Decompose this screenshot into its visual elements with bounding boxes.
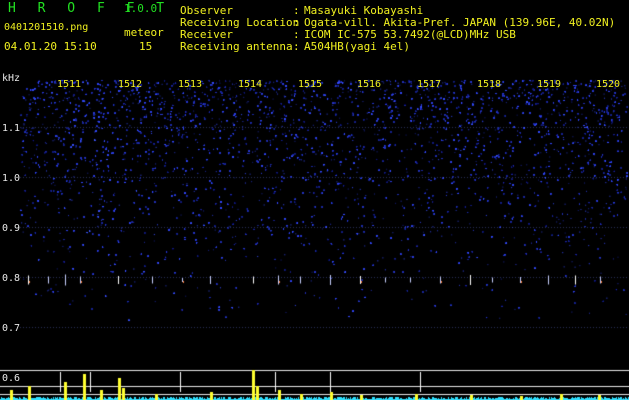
spectrogram-canvas [0, 72, 629, 400]
meteor-label: meteor [124, 26, 164, 39]
info-label-receiver: Receiver [180, 28, 233, 41]
info-value-observer: Masayuki Kobayashi [304, 4, 424, 17]
info-sep-antenna: : [293, 40, 300, 53]
freq-tick-label: 0.6 [2, 373, 21, 384]
info-sep-receiver: : [293, 28, 300, 41]
info-label-observer: Observer [180, 4, 233, 17]
time-tick-label: 1511 [57, 79, 82, 90]
time-tick-label: 1519 [537, 79, 562, 90]
app-version: 1.0.0 [124, 2, 158, 15]
time-tick-label: 1520 [596, 79, 621, 90]
file-name: 0401201510.png [4, 22, 89, 33]
time-tick-label: 1518 [477, 79, 502, 90]
freq-tick-label: 0.7 [2, 323, 21, 334]
freq-tick-label: 1.0 [2, 173, 21, 184]
info-sep-location: : [293, 16, 300, 29]
time-tick-label: 1515 [298, 79, 323, 90]
freq-tick-label: 0.9 [2, 223, 21, 234]
time-tick-label: 1514 [238, 79, 263, 90]
info-value-receiver: ICOM IC-575 53.7492(@LCD)MHz USB [304, 28, 516, 41]
freq-tick-label: 1.1 [2, 123, 21, 134]
info-value-antenna: A504HB(yagi 4el) [304, 40, 410, 53]
info-label-antenna: Receiving antenna [180, 40, 293, 53]
time-tick-label: 1513 [178, 79, 203, 90]
time-tick-label: 1516 [357, 79, 382, 90]
info-label-location: Receiving Location [180, 16, 300, 29]
time-tick-label: 1517 [417, 79, 442, 90]
timestamp: 04.01.20 15:10 [4, 40, 97, 53]
info-value-location: Ogata-vill. Akita-Pref. JAPAN (139.96E, … [304, 16, 616, 29]
info-sep-observer: : [293, 4, 300, 17]
khz-axis-label: kHz [2, 73, 21, 84]
meteor-count: 15 [139, 40, 153, 53]
freq-tick-label: 0.8 [2, 273, 21, 284]
time-tick-label: 1512 [118, 79, 143, 90]
